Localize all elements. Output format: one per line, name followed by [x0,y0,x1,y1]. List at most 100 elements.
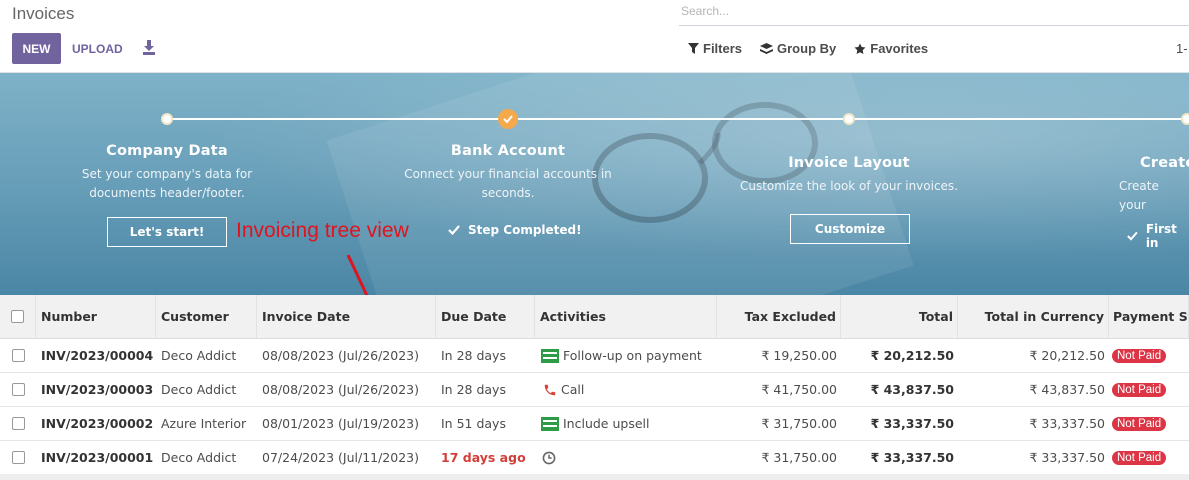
tax-excluded: ₹ 31,750.00 [761,450,837,465]
column-header-due-date[interactable]: Due Date [436,295,535,338]
favorites-label: Favorites [870,41,929,56]
search-bar[interactable] [679,0,1189,26]
step-dot [1181,113,1189,125]
activity[interactable] [535,441,556,474]
pager[interactable]: 1- [1176,41,1188,56]
total-in-currency: ₹ 33,337.50 [1029,450,1105,465]
step-title: Bank Account [450,143,566,159]
row-checkbox[interactable] [11,451,25,464]
phone-icon [544,384,556,395]
column-header-activities[interactable]: Activities [535,295,717,338]
invoice-number: INV/2023/00001 [41,450,154,465]
row-checkbox[interactable] [11,349,25,362]
activity-label: Call [561,382,585,397]
step-completed: First in [1127,222,1189,250]
step-description: Connect your financial accounts in secon… [404,167,612,200]
table-row[interactable]: INV/2023/00003 Deco Addict 08/08/2023 (J… [0,373,1189,407]
filters-button[interactable]: Filters [688,41,742,56]
customize-button[interactable]: Customize [790,214,910,244]
step-create: Create Create your [1105,155,1189,215]
due-date: In 51 days [441,416,506,431]
table-header: Number Customer Invoice Date Due Date Ac… [0,295,1189,339]
status-badge: Not Paid [1112,382,1167,397]
step-completed: Step Completed! [448,223,582,237]
activity-label: Follow-up on payment [563,348,702,363]
total: ₹ 43,837.50 [870,382,954,397]
table-row[interactable]: INV/2023/00002 Azure Interior 08/01/2023… [0,407,1189,441]
column-header-payment-status[interactable]: Payment Sta [1109,295,1189,338]
search-options: Filters Group By Favorites [688,41,928,56]
invoice-date: 08/08/2023 (Jul/26/2023) [262,348,419,363]
activity[interactable]: Include upsell [535,407,649,440]
invoice-list: Number Customer Invoice Date Due Date Ac… [0,295,1189,475]
filters-label: Filters [703,41,743,56]
column-header-total[interactable]: Total [841,295,958,338]
column-header-tax-excluded[interactable]: Tax Excluded [717,295,841,338]
invoice-date: 08/08/2023 (Jul/26/2023) [262,382,419,397]
tax-excluded: ₹ 31,750.00 [761,416,837,431]
search-input[interactable] [679,0,1189,22]
activity-label: Include upsell [563,416,650,431]
customer-name: Deco Addict [161,450,237,465]
step-title: Company Data [106,143,228,159]
step-bank-account: Bank Account Connect your financial acco… [388,143,628,203]
step-completed-label: First in [1145,222,1177,250]
progress-line [167,118,1189,120]
table-row[interactable]: INV/2023/00001 Deco Addict 07/24/2023 (J… [0,441,1189,475]
step-completed-label: Step Completed! [468,223,582,237]
step-dot [843,113,855,125]
column-header-number[interactable]: Number [36,295,156,338]
star-icon [854,43,866,54]
invoice-date: 07/24/2023 (Jul/11/2023) [262,450,419,465]
check-icon [1127,231,1138,241]
activity[interactable]: Call [535,373,584,406]
spreadsheet-icon [541,348,559,363]
due-date: In 28 days [441,348,506,363]
column-header-customer[interactable]: Customer [156,295,257,338]
filter-icon [688,43,699,54]
status-badge: Not Paid [1112,416,1167,431]
control-panel: Invoices NEW UPLOAD Filters Group By Fav… [0,0,1189,73]
invoice-number: INV/2023/00004 [41,348,154,363]
annotation-label: Invoicing tree view [236,219,409,242]
activity[interactable]: Follow-up on payment [535,339,702,372]
total-in-currency: ₹ 43,837.50 [1029,382,1105,397]
step-company-data: Company Data Set your company's data for… [47,143,287,203]
tax-excluded: ₹ 19,250.00 [761,348,837,363]
total: ₹ 33,337.50 [870,450,954,465]
invoice-date: 08/01/2023 (Jul/19/2023) [262,416,419,431]
spreadsheet-icon [541,416,559,431]
step-description: Set your company's data for documents he… [81,167,253,200]
status-badge: Not Paid [1112,450,1167,465]
onboarding-banner: Company Data Set your company's data for… [0,73,1189,295]
status-badge: Not Paid [1112,348,1167,363]
due-date: In 28 days [441,382,506,397]
new-button[interactable]: NEW [12,33,61,64]
upload-button[interactable]: UPLOAD [66,33,129,64]
list-footer [0,474,1189,480]
select-all-checkbox[interactable] [11,310,24,323]
group-by-button[interactable]: Group By [760,41,836,56]
row-checkbox[interactable] [11,417,25,430]
customer-name: Deco Addict [161,348,237,363]
total: ₹ 33,337.50 [870,416,954,431]
invoice-number: INV/2023/00002 [41,416,154,431]
lets-start-button[interactable]: Let's start! [107,217,227,247]
column-header-invoice-date[interactable]: Invoice Date [257,295,436,338]
step-title: Invoice Layout [788,155,910,171]
step-description: Create your [1119,179,1159,212]
step-done-dot [498,109,518,129]
annotation-arrow [346,254,369,295]
check-icon [448,225,460,235]
download-icon[interactable] [141,39,157,57]
favorites-button[interactable]: Favorites [854,41,928,56]
customer-name: Deco Addict [161,382,237,397]
table-row[interactable]: INV/2023/00004 Deco Addict 08/08/2023 (J… [0,339,1189,373]
tax-excluded: ₹ 41,750.00 [761,382,837,397]
column-header-total-in-currency[interactable]: Total in Currency [958,295,1109,338]
layers-icon [760,42,774,54]
row-checkbox[interactable] [11,383,25,396]
step-description: Customize the look of your invoices. [739,179,959,193]
step-invoice-layout: Invoice Layout Customize the look of you… [729,155,969,196]
customer-name: Azure Interior [161,416,247,431]
